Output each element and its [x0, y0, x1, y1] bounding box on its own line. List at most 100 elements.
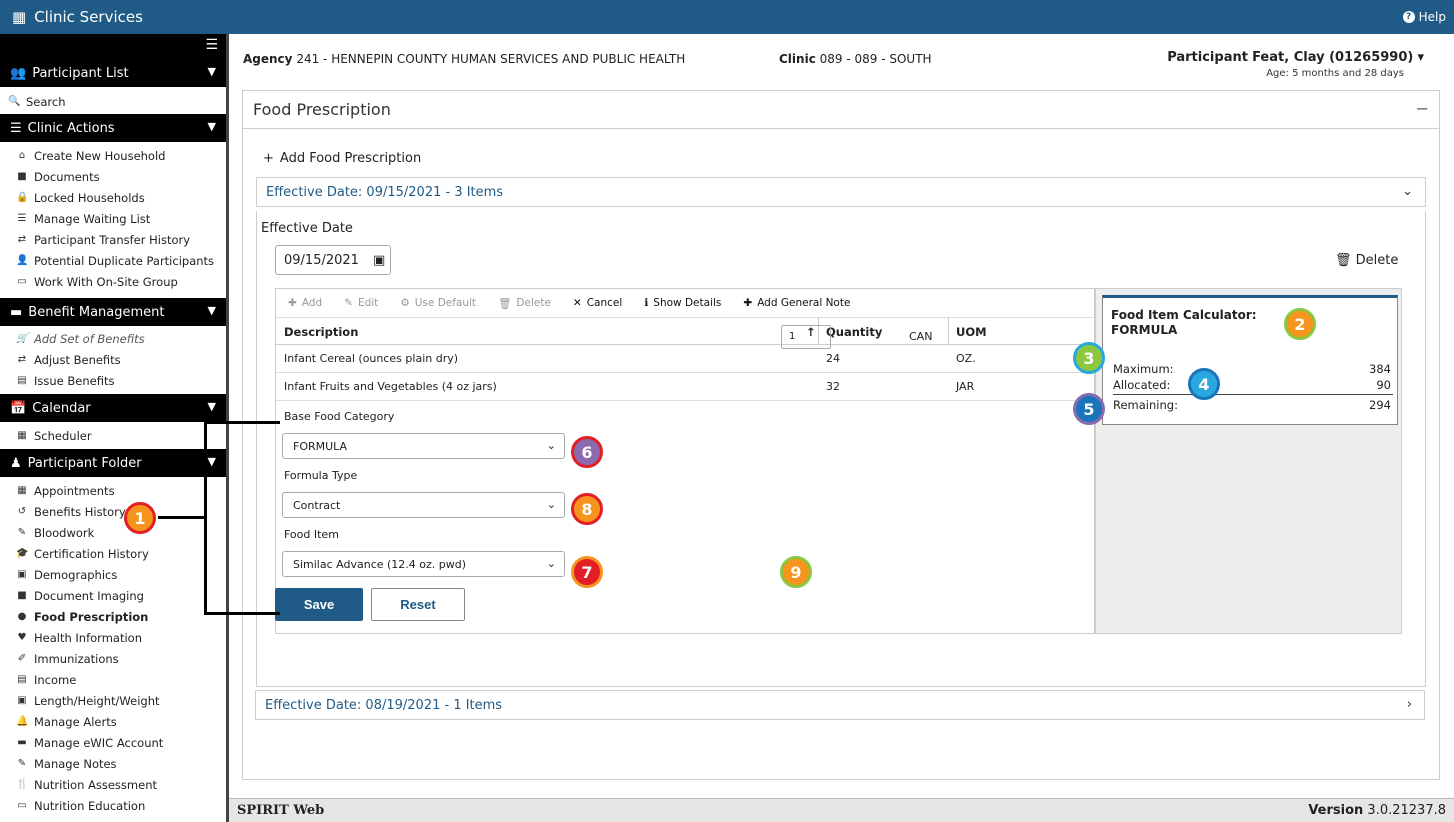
- chevron-down-icon: ⌄: [546, 498, 556, 511]
- calculator-divider: [1113, 394, 1393, 395]
- toolbar-add-button[interactable]: ✚ Add: [288, 297, 322, 309]
- food-items-grid: ✚ Add ✎ Edit ⚙ Use Default 🗑 Delete ✕ Cancel …: [275, 288, 1095, 634]
- toolbar-delete-button[interactable]: 🗑 Delete: [498, 297, 551, 310]
- callout-connector: [158, 516, 206, 519]
- toolbar-add-note-button[interactable]: ✚ Add General Note: [743, 297, 850, 309]
- trash-icon: 🗑: [498, 297, 512, 310]
- sidebar-item-immunizations[interactable]: ✐ Immunizations: [0, 648, 226, 669]
- sidebar-section-participant-folder[interactable]: ♟ Participant Folder ▼: [0, 449, 226, 477]
- sidebar-item-income[interactable]: ▤ Income: [0, 669, 226, 690]
- sidebar-item-create-household[interactable]: ⌂ Create New Household: [0, 145, 226, 166]
- food-item-label: Food Item: [284, 528, 339, 541]
- exchange-icon: ⇄: [17, 234, 27, 245]
- sidebar-item-manage-alerts[interactable]: 🔔 Manage Alerts: [0, 711, 226, 732]
- sidebar-section-clinic-actions[interactable]: ☰ Clinic Actions ▼: [0, 114, 226, 142]
- sidebar-item-ewic-account[interactable]: ▬ Manage eWIC Account: [0, 732, 226, 753]
- cart-icon: 🛒: [16, 333, 29, 344]
- sidebar-item-nutrition-education[interactable]: ▭ Nutrition Education: [0, 795, 226, 816]
- sidebar-item-search[interactable]: 🔍 Search: [0, 91, 226, 112]
- calculator-remaining: Remaining: 294: [1113, 398, 1391, 412]
- callout-badge-2: 2: [1284, 308, 1316, 340]
- sidebar-item-demographics[interactable]: ▣ Demographics: [0, 564, 226, 585]
- sidebar-item-scheduler[interactable]: ▦ Scheduler: [0, 425, 226, 446]
- toolbar-show-details-button[interactable]: ℹ Show Details: [644, 297, 721, 309]
- sidebar-section-calendar[interactable]: 📅 Calendar ▼: [0, 394, 226, 422]
- sidebar-section-benefit-management[interactable]: ▬ Benefit Management ▼: [0, 298, 226, 326]
- calculator-allocated: Allocated: 90: [1113, 378, 1391, 392]
- minimize-icon[interactable]: −: [1416, 99, 1429, 118]
- formula-type-select[interactable]: Contract ⌄: [282, 492, 565, 518]
- chevron-down-icon: ⌄: [1402, 184, 1413, 199]
- sidebar-item-certification-history[interactable]: 🎓 Certification History: [0, 543, 226, 564]
- participant-dropdown[interactable]: Participant Feat, Clay (01265990) ▾: [1167, 50, 1424, 65]
- sidebar-item-adjust-benefits[interactable]: ⇄ Adjust Benefits: [0, 349, 226, 370]
- sidebar-item-onsite-group[interactable]: ▭ Work With On-Site Group: [0, 271, 226, 292]
- help-link[interactable]: ? Help: [1402, 10, 1446, 24]
- sidebar-item-waiting-list[interactable]: ☰ Manage Waiting List: [0, 208, 226, 229]
- sidebar-item-length-height-weight[interactable]: ▣ Length/Height/Weight: [0, 690, 226, 711]
- effective-date-label: Effective Date: [261, 221, 353, 236]
- sidebar-item-health-information[interactable]: ♥ Health Information: [0, 627, 226, 648]
- top-bar: ▦ Clinic Services ? Help: [0, 0, 1454, 34]
- eyedropper-icon: ✎: [17, 527, 27, 538]
- bell-icon: 🔔: [16, 716, 29, 727]
- toolbar-use-default-button[interactable]: ⚙ Use Default: [400, 297, 476, 309]
- sidebar-item-food-prescription[interactable]: ● Food Prescription: [0, 606, 226, 627]
- food-item-calculator-area: Food Item Calculator: FORMULA Maximum: 38…: [1095, 288, 1402, 634]
- file-icon: ■: [17, 171, 27, 182]
- sidebar-item-appointments[interactable]: ▦ Appointments: [0, 480, 226, 501]
- calendar-icon[interactable]: ▣: [373, 253, 385, 268]
- footer-version: Version 3.0.21237.8: [1308, 803, 1446, 818]
- utensils-icon: 🍴: [16, 779, 29, 790]
- toolbar-cancel-button[interactable]: ✕ Cancel: [573, 297, 622, 309]
- list-icon: ☰: [17, 213, 27, 224]
- accordion-effective-date-2[interactable]: Effective Date: 08/19/2021 - 1 Items ›: [255, 690, 1425, 720]
- table-row[interactable]: Infant Cereal (ounces plain dry) 24 OZ.: [276, 345, 1094, 373]
- sidebar-section-participant-list[interactable]: 👥 Participant List ▼: [0, 59, 226, 87]
- footer-app-name: SPIRIT Web: [237, 803, 325, 818]
- sidebar-item-duplicate-participants[interactable]: 👤 Potential Duplicate Participants: [0, 250, 226, 271]
- quantity-input[interactable]: 1: [781, 325, 831, 349]
- column-description[interactable]: Description: [284, 325, 358, 339]
- table-row[interactable]: Infant Fruits and Vegetables (4 oz jars)…: [276, 373, 1094, 401]
- toolbar-edit-button[interactable]: ✎ Edit: [344, 297, 378, 309]
- calendar-icon: ▦: [17, 430, 27, 441]
- sidebar-item-document-imaging[interactable]: ■ Document Imaging: [0, 585, 226, 606]
- food-item-select[interactable]: Similac Advance (12.4 oz. pwd) ⌄: [282, 551, 565, 577]
- menu-toggle-icon[interactable]: ☰: [0, 34, 226, 59]
- add-food-prescription-link[interactable]: + Add Food Prescription: [263, 151, 421, 166]
- participant-header: Agency 241 - HENNEPIN COUNTY HUMAN SERVI…: [229, 34, 1454, 86]
- sidebar-item-transfer-history[interactable]: ⇄ Participant Transfer History: [0, 229, 226, 250]
- close-icon: ✕: [572, 297, 582, 309]
- trash-icon: 🗑: [1335, 253, 1352, 268]
- file-icon: ■: [17, 590, 27, 601]
- sidebar-item-locked-households[interactable]: 🔒 Locked Households: [0, 187, 226, 208]
- exchange-icon: ⇄: [17, 354, 27, 365]
- credit-card-icon: ▬: [17, 737, 27, 748]
- column-quantity[interactable]: Quantity: [826, 325, 882, 339]
- card-icon: ▤: [17, 375, 27, 386]
- sidebar-item-documents[interactable]: ■ Documents: [0, 166, 226, 187]
- reset-button[interactable]: Reset: [371, 588, 465, 621]
- portrait-icon: ▣: [17, 695, 27, 706]
- child-icon: ♟: [10, 455, 22, 471]
- accordion-effective-date-1[interactable]: Effective Date: 09/15/2021 - 3 Items ⌄: [256, 177, 1426, 207]
- column-uom[interactable]: UOM: [956, 325, 987, 339]
- credit-card-icon: ▬: [10, 304, 23, 320]
- base-food-category-select[interactable]: FORMULA ⌄: [282, 433, 565, 459]
- sidebar-item-issue-benefits[interactable]: ▤ Issue Benefits: [0, 370, 226, 391]
- sidebar-item-manage-notes[interactable]: ✎ Manage Notes: [0, 753, 226, 774]
- app-title: ▦ Clinic Services: [12, 8, 143, 26]
- user-edit-icon: 👤: [16, 255, 29, 266]
- sidebar-item-bloodwork[interactable]: ✎ Bloodwork: [0, 522, 226, 543]
- effective-date-input[interactable]: 09/15/2021 ▣: [275, 245, 391, 275]
- sidebar-item-add-benefits[interactable]: 🛒 Add Set of Benefits: [0, 328, 226, 349]
- users-icon: 👥: [10, 65, 27, 81]
- chevron-down-icon: ⌄: [546, 557, 556, 570]
- info-icon: ℹ: [644, 297, 649, 309]
- sidebar-item-nutrition-assessment[interactable]: 🍴 Nutrition Assessment: [0, 774, 226, 795]
- callout-badge-6: 6: [571, 436, 603, 468]
- callout-badge-5: 5: [1073, 393, 1105, 425]
- delete-button[interactable]: 🗑 Delete: [1335, 253, 1398, 268]
- save-button[interactable]: Save: [275, 588, 363, 621]
